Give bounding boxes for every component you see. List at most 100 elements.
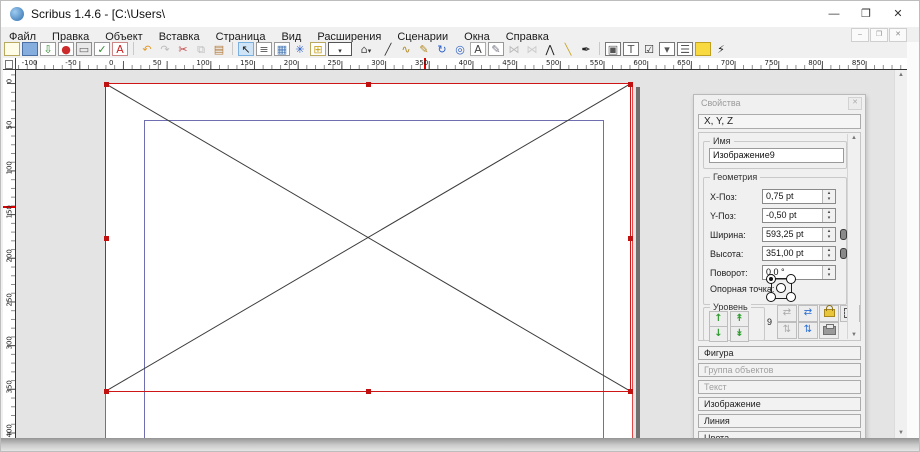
selection-handle-ne[interactable] <box>628 82 633 87</box>
tool-insert-text-frame[interactable]: ≡ <box>256 42 272 56</box>
tool-cut[interactable]: ✂ <box>175 42 191 56</box>
selection-handle-se[interactable] <box>628 389 633 394</box>
width-spin-buttons[interactable]: ▴▾ <box>822 228 835 241</box>
xpos-spin-buttons[interactable]: ▴▾ <box>822 190 835 203</box>
horizontal-ruler[interactable]: -100-50050100150200250300350400450500550… <box>16 58 907 70</box>
tool-insert-line[interactable]: ╱ <box>380 42 396 56</box>
tool-pdf-link-annotation[interactable]: ⚡ <box>713 42 729 56</box>
panel-scrollbar[interactable]: ▲ ▼ <box>847 134 859 339</box>
tool-link-text-frames[interactable]: ⋈ <box>506 42 522 56</box>
tool-insert-render-frame[interactable]: ✳ <box>292 42 308 56</box>
width-spinbox[interactable]: 593,25 pt ▴▾ <box>762 227 836 242</box>
maximize-restore-button[interactable]: ❐ <box>851 4 881 24</box>
selection-handle-e[interactable] <box>628 236 633 241</box>
tool-print-document[interactable]: ▭ <box>76 42 92 56</box>
lower-item-button[interactable]: ↓ <box>709 326 728 342</box>
height-spin-buttons[interactable]: ▴▾ <box>822 247 835 260</box>
ypos-value[interactable]: -0,50 pt <box>766 210 797 220</box>
tool-pdf-text-field[interactable]: T <box>623 42 639 56</box>
raise-to-top-button[interactable]: ↟ <box>730 311 749 327</box>
tool-pdf-push-button[interactable]: ▣ <box>605 42 621 56</box>
height-spinbox[interactable]: 351,00 pt ▴▾ <box>762 246 836 261</box>
tool-copy-item-properties[interactable]: ╲ <box>560 42 576 56</box>
tool-story-editor[interactable]: ✎ <box>488 42 504 56</box>
basepoint-bottom-right[interactable] <box>786 292 796 302</box>
tool-pdf-list-box[interactable]: ☰ <box>677 42 693 56</box>
palette-close-button[interactable]: ✕ <box>848 97 862 110</box>
tool-undo[interactable]: ↶ <box>139 42 155 56</box>
dropdown-arrow-icon[interactable]: ▾ <box>338 47 342 55</box>
tool-preflight-verifier[interactable]: ✓ <box>94 42 110 56</box>
ypos-spinbox[interactable]: -0,50 pt ▴▾ <box>762 208 836 223</box>
basepoint-selector[interactable] <box>766 274 796 302</box>
flip-horizontal-button[interactable]: ⇄ <box>798 305 818 322</box>
tool-paste[interactable]: ▤ <box>211 42 227 56</box>
tool-redo[interactable]: ↷ <box>157 42 173 56</box>
item-name-input[interactable]: Изображение9 <box>709 148 844 163</box>
selected-image-frame[interactable] <box>105 83 631 392</box>
height-value[interactable]: 351,00 pt <box>766 248 804 258</box>
selection-handle-w[interactable] <box>104 236 109 241</box>
panel-tab-image[interactable]: Изображение <box>698 397 861 411</box>
panel-scroll-up[interactable]: ▲ <box>848 135 860 141</box>
image-flip-horizontal-button[interactable]: ⇄ <box>777 305 797 322</box>
dropdown-arrow-icon[interactable]: ▾ <box>368 47 372 55</box>
tool-new-document[interactable] <box>4 42 20 56</box>
tool-export-pdf[interactable]: A <box>112 42 128 56</box>
palette-title-bar[interactable]: Свойства ✕ <box>694 95 865 111</box>
tool-insert-bezier[interactable]: ∿ <box>398 42 414 56</box>
tool-insert-image-frame[interactable]: ▦ <box>274 42 290 56</box>
basepoint-top-left[interactable] <box>766 274 776 284</box>
tool-zoom-tool[interactable]: ◎ <box>452 42 468 56</box>
rotation-spin-buttons[interactable]: ▴▾ <box>822 266 835 279</box>
xpos-spinbox[interactable]: 0,75 pt ▴▾ <box>762 189 836 204</box>
mdi-close-button[interactable]: ✕ <box>889 28 907 42</box>
minimize-button[interactable]: — <box>819 4 849 24</box>
tool-insert-shape[interactable]: ▾ <box>328 42 352 56</box>
image-flip-vertical-button[interactable]: ⇅ <box>777 322 797 339</box>
selection-handle-s[interactable] <box>366 389 371 394</box>
tool-insert-freehand-line[interactable]: ✎ <box>416 42 432 56</box>
tool-measurements[interactable]: ⋀ <box>542 42 558 56</box>
tool-open-document[interactable] <box>22 42 38 56</box>
link-chain-icon[interactable] <box>840 248 847 259</box>
close-button[interactable]: ✕ <box>883 4 913 24</box>
tool-pdf-text-annotation[interactable] <box>695 42 711 56</box>
selection-handle-nw[interactable] <box>104 82 109 87</box>
scroll-down-arrow[interactable]: ▼ <box>895 430 907 436</box>
flip-vertical-button[interactable]: ⇅ <box>798 322 818 339</box>
ruler-origin-button[interactable] <box>3 58 16 70</box>
tool-close-document[interactable]: ● <box>58 42 74 56</box>
selection-handle-n[interactable] <box>366 82 371 87</box>
tool-eyedropper[interactable]: ✒ <box>578 42 594 56</box>
vertical-ruler[interactable]: 050100150200250300350400 <box>3 70 16 438</box>
raise-item-button[interactable]: ↑ <box>709 311 728 327</box>
width-value[interactable]: 593,25 pt <box>766 229 804 239</box>
basepoint-top-right[interactable] <box>786 274 796 284</box>
tool-insert-table[interactable]: ⊞ <box>310 42 326 56</box>
lower-to-bottom-button[interactable]: ↡ <box>730 326 749 342</box>
tool-copy[interactable]: ⧉ <box>193 42 209 56</box>
scroll-up-arrow[interactable]: ▲ <box>895 72 907 78</box>
mdi-restore-button[interactable]: ❐ <box>870 28 888 42</box>
lock-object-button[interactable] <box>819 305 839 322</box>
link-chain-icon[interactable] <box>840 229 847 240</box>
tool-pdf-checkbox[interactable]: ☑ <box>641 42 657 56</box>
selection-handle-sw[interactable] <box>104 389 109 394</box>
print-object-button[interactable] <box>819 322 839 339</box>
tool-insert-polygon[interactable]: ⌂▾ <box>354 42 378 56</box>
tool-rotate-item[interactable]: ↻ <box>434 42 450 56</box>
tab-xyz[interactable]: X, Y, Z <box>698 114 861 129</box>
tool-pdf-combo-box[interactable]: ▾ <box>659 42 675 56</box>
panel-scroll-down[interactable]: ▼ <box>848 332 860 338</box>
basepoint-bottom-left[interactable] <box>766 292 776 302</box>
tool-save-document[interactable]: ⇩ <box>40 42 56 56</box>
ypos-spin-buttons[interactable]: ▴▾ <box>822 209 835 222</box>
tool-unlink-text-frames[interactable]: ⋈ <box>524 42 540 56</box>
tool-edit-contents[interactable]: A <box>470 42 486 56</box>
panel-tab-shape[interactable]: Фигура <box>698 346 861 360</box>
basepoint-center[interactable] <box>776 283 786 293</box>
xpos-value[interactable]: 0,75 pt <box>766 191 794 201</box>
mdi-minimize-button[interactable]: – <box>851 28 869 42</box>
canvas-vertical-scrollbar[interactable]: ▲ ▼ <box>894 70 907 438</box>
